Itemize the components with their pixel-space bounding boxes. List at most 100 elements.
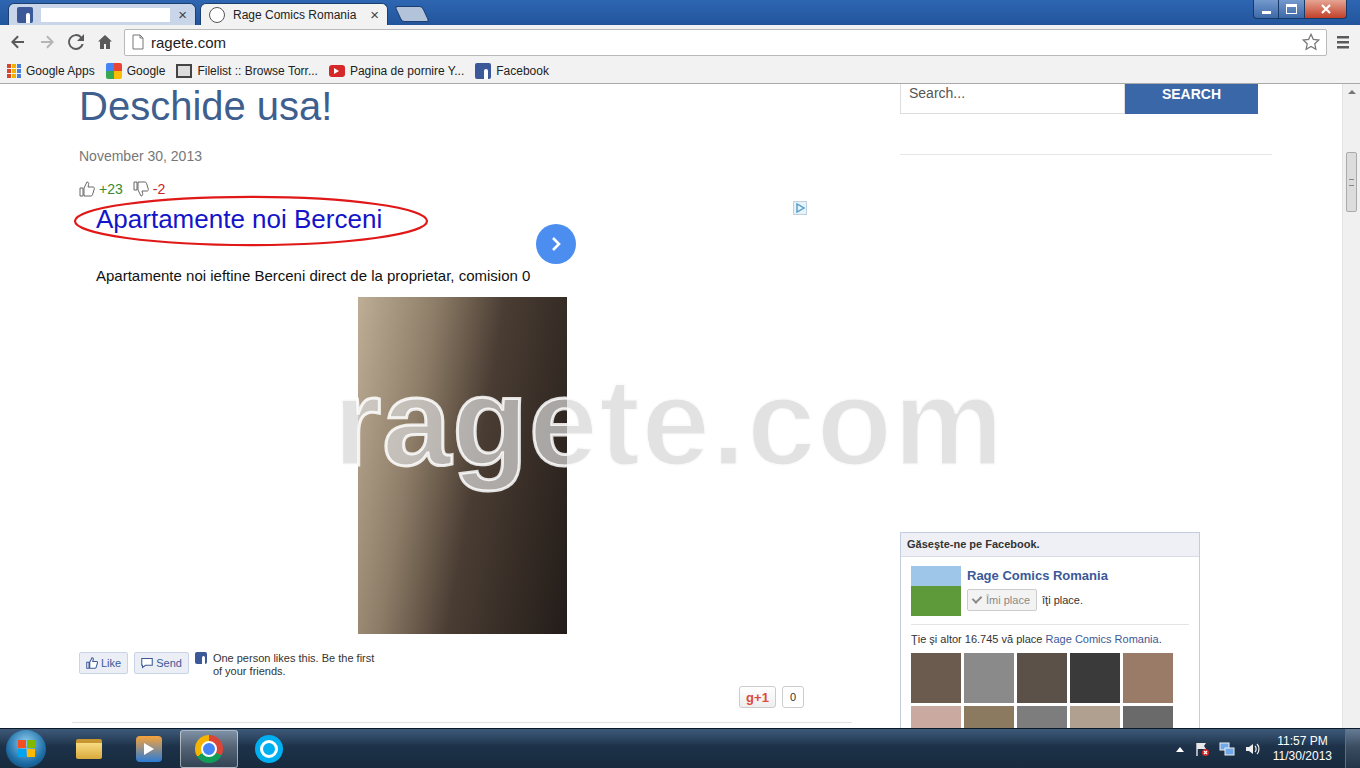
ad-arrow-button[interactable]	[536, 224, 576, 264]
google-plus-button[interactable]: g+1	[739, 686, 776, 708]
google-plus-row: g+10	[72, 686, 852, 708]
maximize-button[interactable]	[1279, 0, 1305, 19]
page-avatar[interactable]	[911, 566, 961, 616]
fan-faces	[911, 653, 1173, 728]
fan-avatar[interactable]	[1070, 706, 1120, 728]
toolbar: ragete.com	[0, 25, 1360, 59]
fan-avatar[interactable]	[964, 653, 1014, 703]
taskbar-app[interactable]	[120, 730, 178, 768]
tab[interactable]: ×	[8, 3, 196, 25]
thumbs-up-icon	[86, 657, 98, 669]
fan-avatar[interactable]	[1017, 706, 1067, 728]
page-link[interactable]: Rage Comics Romania	[1046, 633, 1159, 645]
maximize-icon	[1286, 4, 1297, 14]
taskbar-app[interactable]	[60, 730, 118, 768]
filelist-icon	[176, 64, 192, 78]
home-button[interactable]	[90, 28, 119, 56]
minimize-button[interactable]	[1253, 0, 1279, 19]
bookmark[interactable]: Pagina de pornire Y...	[329, 64, 464, 78]
page-name[interactable]: Rage Comics Romania	[967, 568, 1108, 583]
screen: × Rage Comics Romania × ragete.com Google Ap…	[0, 0, 1360, 768]
fans-text: Ţie şi altor 16.745 vă place Rage Comics…	[911, 624, 1189, 645]
back-button[interactable]	[3, 28, 32, 56]
network-icon[interactable]	[1219, 741, 1235, 757]
tab-label: Rage Comics Romania	[233, 8, 362, 22]
fan-avatar[interactable]	[1017, 653, 1067, 703]
post-title[interactable]: Deschide usa!	[72, 84, 852, 128]
taskbar-app[interactable]	[180, 730, 238, 768]
fan-avatar[interactable]	[1123, 706, 1173, 728]
start-button[interactable]	[6, 730, 46, 768]
watermark: ragete.com	[333, 354, 1005, 490]
bookmark-star-icon[interactable]	[1302, 33, 1320, 51]
google-icon	[106, 63, 122, 79]
check-icon	[972, 593, 983, 604]
fan-avatar[interactable]	[911, 653, 961, 703]
facebook-icon	[17, 7, 33, 23]
sidebar-divider	[900, 154, 1272, 155]
reload-icon	[68, 34, 84, 50]
close-button[interactable]	[1305, 0, 1347, 19]
fan-avatar[interactable]	[1123, 653, 1173, 703]
youtube-icon	[329, 65, 345, 77]
browser-viewport: Deschide usa!November 30, 2013+23-2Apart…	[0, 84, 1360, 728]
show-hidden-icons-icon[interactable]	[1175, 745, 1185, 753]
search-button[interactable]: SEARCH	[1125, 84, 1258, 114]
menu-button[interactable]	[1328, 28, 1357, 56]
thumbs-down-icon[interactable]	[133, 181, 149, 197]
new-tab-button[interactable]	[394, 6, 429, 22]
votes: +23 -2	[72, 180, 852, 198]
tab-close-button[interactable]: ×	[178, 7, 187, 22]
action-center-flag-icon[interactable]	[1194, 741, 1210, 757]
fan-avatar[interactable]	[1070, 653, 1120, 703]
back-arrow-icon	[10, 34, 26, 50]
bookmark[interactable]: Google Apps	[7, 64, 95, 78]
like-status: îţi place.	[1042, 594, 1083, 606]
downvote-count: -2	[153, 181, 165, 197]
system-tray: 11:57 PM11/30/2013	[1175, 729, 1360, 768]
like-button[interactable]: Like	[79, 652, 128, 674]
window-controls	[1253, 0, 1347, 25]
scroll-up-icon[interactable]	[1348, 90, 1356, 94]
red-circle-annotation	[72, 194, 430, 248]
scrollbar[interactable]	[1342, 84, 1360, 728]
tab-close-button[interactable]: ×	[370, 7, 379, 22]
bookmark[interactable]: Filelist :: Browse Torr...	[176, 64, 317, 78]
web-page: Deschide usa!November 30, 2013+23-2Apart…	[0, 84, 1342, 728]
scrollbar-thumb[interactable]	[1346, 152, 1357, 212]
upvote-count: +23	[99, 181, 123, 197]
volume-icon[interactable]	[1244, 741, 1260, 757]
ad-title[interactable]: Apartamente noi Berceni	[72, 200, 852, 238]
facebook-icon	[195, 652, 207, 664]
show-desktop-button[interactable]	[1345, 729, 1360, 768]
bookmarks-bar: Google Apps Google Filelist :: Browse Torr…	[0, 59, 1360, 84]
title-bar: × Rage Comics Romania ×	[0, 0, 1360, 25]
clock-time: 11:57 PM	[1273, 734, 1332, 749]
send-button[interactable]: Send	[134, 652, 189, 674]
fan-avatar[interactable]	[964, 706, 1014, 728]
facebook-icon	[475, 63, 491, 79]
chrome-icon	[195, 735, 223, 763]
clock[interactable]: 11:57 PM11/30/2013	[1269, 734, 1336, 764]
bookmark[interactable]: Facebook	[475, 63, 549, 79]
facebook-widget: Găseşte-ne pe Facebook.Rage Comics Roman…	[900, 532, 1200, 728]
search-input[interactable]	[900, 84, 1125, 114]
tab[interactable]: Rage Comics Romania ×	[200, 3, 388, 25]
home-icon	[97, 34, 113, 50]
fan-avatar[interactable]	[911, 706, 961, 728]
forward-button[interactable]	[32, 28, 61, 56]
close-icon	[1321, 4, 1331, 14]
address-text: ragete.com	[151, 34, 1296, 51]
media-player-icon	[136, 736, 162, 762]
gif-frame[interactable]	[358, 297, 567, 634]
bookmark[interactable]: Google	[106, 63, 166, 79]
taskbar-app[interactable]	[240, 730, 298, 768]
page-like-button[interactable]: Îmi place	[967, 589, 1037, 611]
message-icon	[141, 657, 153, 669]
sidebar: SEARCH Găseşte-ne pe Facebook.Rage Comics…	[900, 84, 1272, 728]
reload-button[interactable]	[61, 28, 90, 56]
thumbs-up-icon[interactable]	[79, 181, 95, 197]
clock-date: 11/30/2013	[1273, 749, 1332, 764]
address-bar[interactable]: ragete.com	[124, 29, 1327, 56]
adchoices-icon[interactable]	[793, 201, 807, 215]
